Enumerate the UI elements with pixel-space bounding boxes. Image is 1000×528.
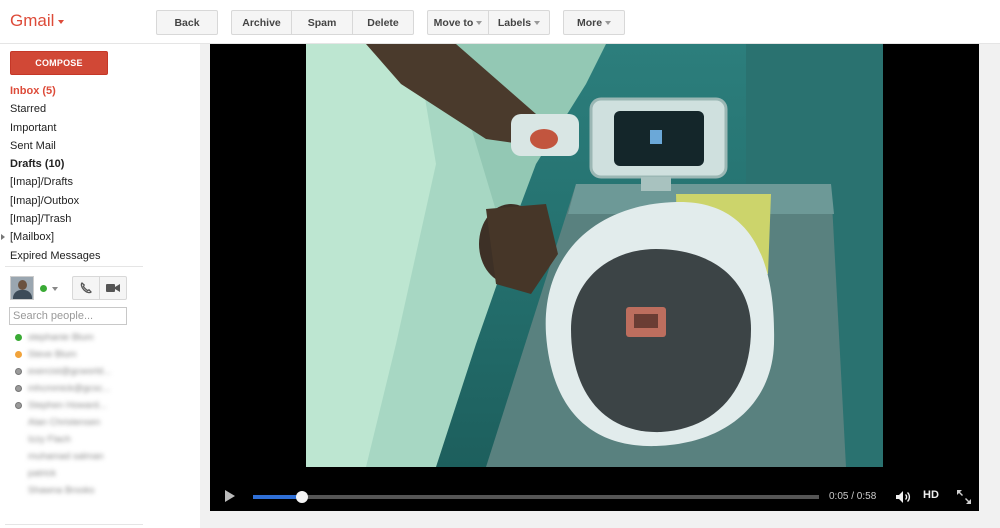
list-item[interactable]: Steve Blum — [10, 346, 140, 363]
contact-name: exercist@gcworld... — [28, 366, 112, 377]
list-item[interactable]: patrick — [10, 465, 140, 482]
list-item[interactable]: Shawna Brooks — [10, 482, 140, 499]
chevron-down-icon — [58, 20, 65, 24]
status-available-icon[interactable] — [40, 285, 47, 292]
sidebar-item-inbox[interactable]: Inbox (5) — [0, 82, 145, 100]
contact-name: Steve Blum — [28, 349, 77, 360]
move-to-label: Move to — [433, 16, 474, 29]
sidebar-item-mailbox-label: [Mailbox] — [10, 231, 55, 244]
delete-label: Delete — [367, 16, 399, 29]
sidebar-item-imap-outbox[interactable]: [Imap]/Outbox — [0, 192, 145, 210]
archive-button[interactable]: Archive — [231, 10, 292, 35]
chevron-down-icon — [534, 20, 541, 25]
video-scene-image — [306, 44, 883, 467]
back-label: Back — [174, 16, 200, 29]
sidebar-item-mailbox[interactable]: [Mailbox] — [0, 228, 145, 246]
labels-button[interactable]: Labels — [489, 10, 550, 35]
sidebar-item-important[interactable]: Important — [0, 119, 145, 137]
more-button[interactable]: More — [563, 10, 625, 35]
divider — [5, 266, 143, 267]
seek-bar[interactable] — [253, 491, 819, 503]
play-icon[interactable] — [225, 490, 235, 502]
list-item[interactable]: Izzy Flach — [10, 431, 140, 448]
expand-arrow-icon[interactable] — [1, 234, 5, 241]
sidebar-item-starred[interactable]: Starred — [0, 100, 145, 118]
video-player[interactable]: 0:05 / 0:58 HD — [210, 44, 979, 511]
status-idle-icon — [15, 351, 22, 358]
avatar-shoulders — [13, 290, 32, 299]
sidebar: COMPOSE Inbox (5) Starred Important Sent… — [0, 44, 200, 528]
contact-name: mhcmmick@gcsc... — [28, 383, 111, 394]
status-offline-icon — [15, 368, 22, 375]
phone-icon — [80, 282, 92, 294]
fullscreen-icon[interactable] — [956, 489, 972, 505]
spam-button[interactable]: Spam — [292, 10, 353, 35]
gmail-brand-label: Gmail — [10, 11, 55, 30]
volume-icon[interactable] — [895, 490, 913, 504]
chat-header — [10, 276, 145, 300]
video-call-button[interactable] — [99, 276, 127, 300]
contact-name: patrick — [28, 468, 56, 479]
chevron-down-icon — [476, 20, 483, 25]
spam-label: Spam — [307, 16, 337, 29]
gmail-menu[interactable]: Gmail — [10, 11, 65, 31]
labels-label: Labels — [497, 16, 532, 29]
sidebar-item-drafts[interactable]: Drafts (10) — [0, 155, 145, 173]
list-item[interactable]: Stephen Howard... — [10, 397, 140, 414]
sidebar-item-imap-drafts[interactable]: [Imap]/Drafts — [0, 173, 145, 191]
list-item[interactable]: exercist@gcworld... — [10, 363, 140, 380]
status-offline-icon — [15, 385, 22, 392]
avatar-head — [18, 280, 27, 290]
contact-name: Alan Christensen — [28, 417, 101, 428]
seek-progress — [253, 495, 302, 499]
compose-label: COMPOSE — [35, 58, 83, 68]
more-label: More — [576, 16, 603, 29]
status-available-icon — [15, 334, 22, 341]
contact-name: Izzy Flach — [28, 434, 71, 445]
chevron-down-icon[interactable] — [52, 287, 58, 291]
sidebar-item-imap-trash[interactable]: [Imap]/Trash — [0, 210, 145, 228]
seek-handle[interactable] — [295, 491, 308, 503]
contact-name: Stephen Howard... — [28, 400, 107, 411]
list-item[interactable]: muhamad salman — [10, 448, 140, 465]
list-item[interactable]: stephanie Blum — [10, 329, 140, 346]
contact-name: Shawna Brooks — [28, 485, 95, 496]
chevron-down-icon — [605, 20, 612, 25]
message-view: 0:05 / 0:58 HD — [200, 44, 1000, 528]
search-people-input[interactable] — [9, 307, 127, 325]
voice-call-button[interactable] — [72, 276, 100, 300]
contact-name: stephanie Blum — [28, 332, 94, 343]
contact-name: muhamad salman — [28, 451, 104, 462]
status-offline-icon — [15, 402, 22, 409]
contact-list: stephanie Blum Steve Blum exercist@gcwor… — [10, 329, 140, 499]
sidebar-item-expired-messages[interactable]: Expired Messages — [0, 247, 145, 265]
video-controls: 0:05 / 0:58 HD — [210, 484, 979, 510]
delete-button[interactable]: Delete — [353, 10, 414, 35]
top-toolbar: Gmail Back Archive Spam Delete Move to L… — [0, 0, 1000, 44]
compose-button[interactable]: COMPOSE — [10, 51, 108, 75]
time-display: 0:05 / 0:58 — [829, 491, 877, 502]
back-button[interactable]: Back — [156, 10, 218, 35]
list-item[interactable]: Alan Christensen — [10, 414, 140, 431]
video-frame[interactable] — [306, 44, 883, 467]
hd-quality-button[interactable]: HD — [923, 489, 939, 501]
sidebar-item-sent-mail[interactable]: Sent Mail — [0, 137, 145, 155]
list-item[interactable]: mhcmmick@gcsc... — [10, 380, 140, 397]
avatar[interactable] — [10, 276, 34, 300]
gmail-window: Gmail Back Archive Spam Delete Move to L… — [0, 0, 1000, 528]
archive-label: Archive — [242, 16, 281, 29]
label-list: Inbox (5) Starred Important Sent Mail Dr… — [0, 82, 145, 265]
divider — [5, 524, 143, 525]
move-to-button[interactable]: Move to — [427, 10, 489, 35]
video-camera-icon — [106, 284, 120, 292]
